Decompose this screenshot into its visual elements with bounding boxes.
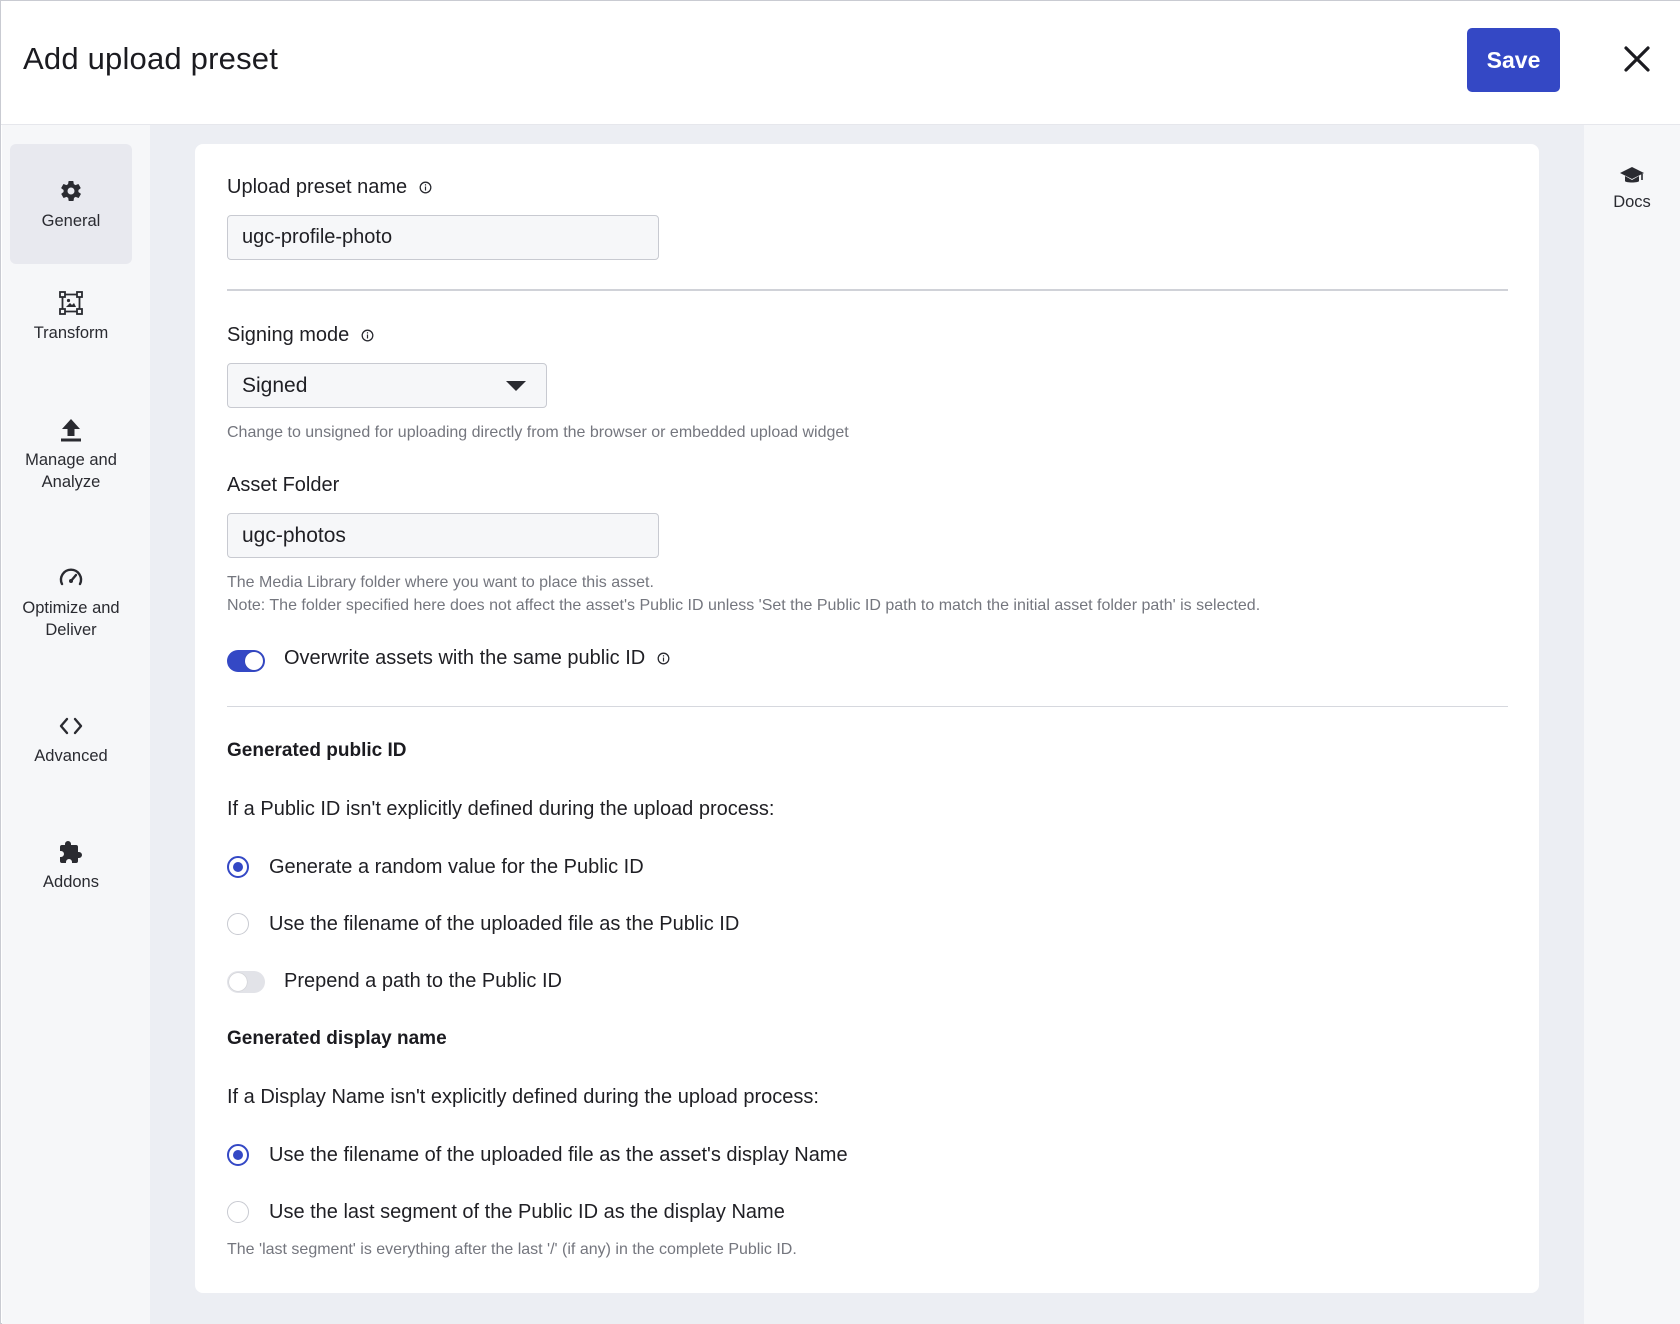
docs-label: Docs	[1613, 193, 1651, 211]
gauge-icon	[58, 565, 84, 591]
upload-icon	[58, 417, 84, 443]
nav-label: Manage and Analyze	[25, 451, 117, 491]
dialog-frame: Add upload preset Save General Transform…	[0, 0, 1680, 1324]
preset-name-label: Upload preset name	[227, 176, 432, 199]
prepend-path-label: Prepend a path to the Public ID	[284, 970, 562, 992]
toggle-knob	[245, 652, 263, 670]
nav-label: General	[41, 212, 101, 230]
nav-item-addons[interactable]: Addons	[10, 839, 132, 923]
signing-mode-select[interactable]: Signed	[227, 363, 547, 408]
overwrite-label: Overwrite assets with the same public ID	[284, 647, 670, 670]
save-button[interactable]: Save	[1467, 28, 1560, 92]
divider	[227, 289, 1508, 291]
right-nav: Docs	[1584, 125, 1680, 1324]
asset-folder-hint-line-1: The Media Library folder where you want …	[227, 574, 654, 591]
signing-mode-label: Signing mode	[227, 324, 374, 347]
gear-icon	[58, 178, 84, 204]
radio-filename-display-name[interactable]	[227, 1144, 249, 1166]
nav-item-general[interactable]: General	[10, 144, 132, 264]
radio-last-segment-display-name[interactable]	[227, 1201, 249, 1223]
close-icon	[1624, 46, 1650, 72]
public-id-section-title: Generated public ID	[227, 740, 407, 761]
code-icon	[58, 713, 84, 739]
radio-filename-public-id[interactable]	[227, 913, 249, 935]
nav-item-manage-analyze[interactable]: Manage and Analyze	[10, 417, 132, 527]
toggle-knob	[229, 973, 247, 991]
preset-name-label-text: Upload preset name	[227, 176, 408, 198]
transform-icon	[58, 290, 84, 316]
puzzle-icon	[58, 839, 84, 865]
display-name-section-title: Generated display name	[227, 1028, 447, 1049]
asset-folder-hint-line-2: Note: The folder specified here does not…	[227, 597, 1261, 614]
signing-mode-value: Signed	[242, 373, 308, 397]
option-random-label[interactable]: Generate a random value for the Public I…	[269, 856, 644, 879]
prepend-path-toggle[interactable]	[227, 971, 265, 993]
nav-label: Optimize and Deliver	[22, 599, 120, 639]
nav-item-optimize-deliver[interactable]: Optimize and Deliver	[10, 565, 132, 675]
chevron-down-icon	[506, 381, 526, 391]
overwrite-label-text: Overwrite assets with the same public ID	[284, 647, 646, 669]
info-icon[interactable]	[419, 181, 432, 194]
left-nav: General Transform Manage and Analyze Opt…	[2, 125, 150, 1324]
option-last-segment-label[interactable]: Use the last segment of the Public ID as…	[269, 1201, 785, 1224]
asset-folder-input[interactable]: ugc-photos	[227, 513, 659, 558]
asset-folder-label: Asset Folder	[227, 474, 340, 496]
preset-name-input[interactable]: ugc-profile-photo	[227, 215, 659, 260]
close-button[interactable]	[1619, 41, 1655, 77]
overwrite-toggle[interactable]	[227, 650, 265, 672]
public-id-intro: If a Public ID isn't explicitly defined …	[227, 798, 775, 820]
nav-item-transform[interactable]: Transform	[10, 290, 132, 374]
display-name-hint: The 'last segment' is everything after t…	[227, 1241, 797, 1258]
display-name-intro: If a Display Name isn't explicitly defin…	[227, 1086, 819, 1108]
signing-mode-label-text: Signing mode	[227, 324, 350, 346]
option-display-filename-label[interactable]: Use the filename of the uploaded file as…	[269, 1144, 848, 1167]
option-filename-label[interactable]: Use the filename of the uploaded file as…	[269, 913, 739, 936]
dialog-header: Add upload preset Save	[1, 1, 1680, 125]
form-card: Upload preset name ugc-profile-photo Sig…	[195, 144, 1539, 1293]
nav-item-advanced[interactable]: Advanced	[10, 713, 132, 797]
nav-label: Advanced	[34, 747, 108, 765]
info-icon[interactable]	[657, 652, 670, 665]
signing-mode-hint: Change to unsigned for uploading directl…	[227, 424, 849, 441]
asset-folder-hint: The Media Library folder where you want …	[227, 571, 1260, 617]
divider	[227, 706, 1508, 707]
asset-folder-value: ugc-photos	[242, 523, 346, 547]
nav-label: Transform	[33, 324, 109, 342]
radio-random-public-id[interactable]	[227, 856, 249, 878]
page-title: Add upload preset	[23, 41, 279, 76]
graduation-cap-icon	[1619, 163, 1645, 189]
info-icon[interactable]	[361, 329, 374, 342]
docs-button[interactable]: Docs	[1584, 163, 1680, 212]
preset-name-value: ugc-profile-photo	[242, 226, 393, 248]
nav-label: Addons	[43, 873, 99, 891]
